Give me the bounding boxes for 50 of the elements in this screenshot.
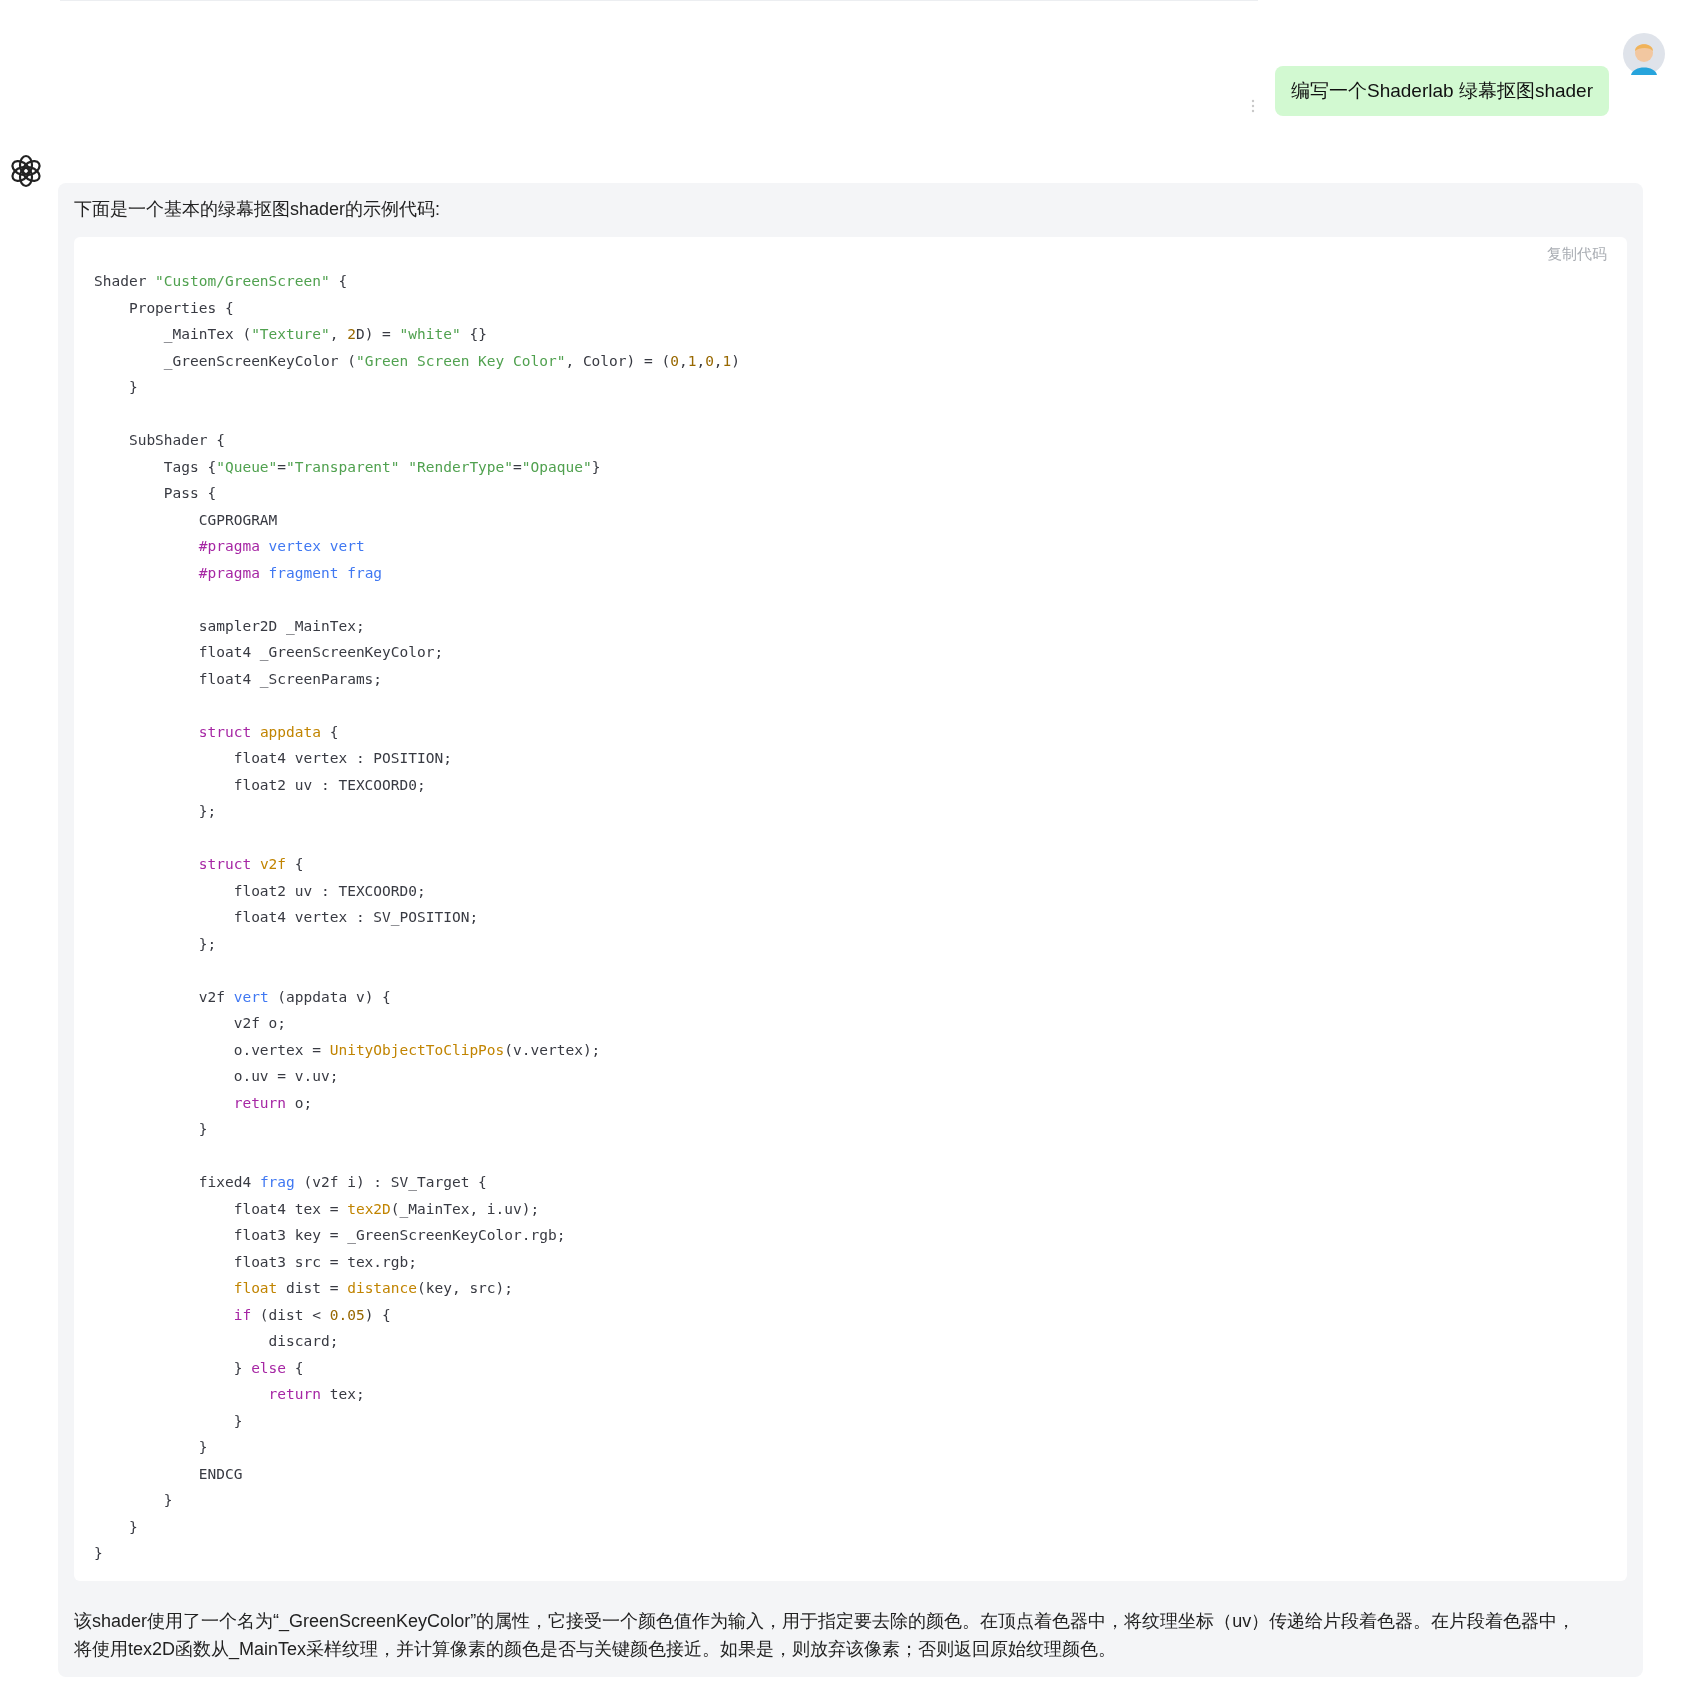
code-line: }	[197, 1438, 208, 1457]
more-icon[interactable]	[1251, 99, 1255, 113]
code-line: float3 key = _GreenScreenKeyColor.rgb;	[232, 1226, 566, 1246]
code-line: Properties {	[127, 298, 234, 318]
code-line: };	[197, 802, 217, 821]
code-line: };	[197, 934, 217, 954]
code-line: float4 _ScreenParams;	[197, 669, 383, 690]
code-line: #pragma fragment frag	[197, 563, 383, 583]
code-line: }	[197, 1120, 208, 1139]
code-line: Pass {	[162, 484, 217, 503]
code-line: float3 src = tex.rgb;	[232, 1252, 417, 1272]
code-line: }	[232, 1411, 243, 1431]
code-line: o.uv = v.uv;	[232, 1067, 339, 1086]
user-message: 编写一个Shaderlab 绿幕抠图shader	[1275, 66, 1609, 116]
code-line: }	[94, 1544, 103, 1563]
code-line: }	[127, 378, 138, 397]
code-line: discard;	[267, 1332, 339, 1351]
code-line: if (dist < 0.05) {	[232, 1305, 391, 1325]
code-line: Shader "Custom/GreenScreen" {	[94, 272, 348, 291]
code-line: float4 vertex : POSITION;	[232, 749, 452, 768]
code-line: struct v2f {	[197, 855, 304, 874]
code-line: float2 uv : TEXCOORD0;	[232, 881, 426, 901]
code-line: Tags {"Queue"="Transparent" "RenderType"="Opaque"}	[162, 457, 601, 477]
code-line: CGPROGRAM	[197, 510, 278, 530]
code-line: v2f vert (appdata v) {	[197, 987, 391, 1007]
code-line: float4 tex = tex2D(_MainTex, i.uv);	[232, 1199, 540, 1220]
code-line: v2f o;	[232, 1014, 287, 1033]
code-line: float4 vertex : SV_POSITION;	[232, 908, 479, 928]
code-line: float2 uv : TEXCOORD0;	[232, 775, 426, 795]
copy-code-link[interactable]: 复制代码	[1547, 243, 1607, 265]
openai-logo-icon	[8, 153, 44, 189]
code-line: }	[162, 1491, 173, 1510]
avatar-icon	[1623, 33, 1665, 75]
code-line: #pragma vertex vert	[197, 537, 365, 556]
code-line: _MainTex ("Texture", 2D) = "white" {}	[162, 325, 487, 345]
answer-text: 下面是一个基本的绿幕抠图shader的示例代码:	[74, 198, 442, 221]
code-line: ENDCG	[197, 1464, 243, 1484]
code-line: struct appdata {	[197, 722, 339, 742]
code-line: float4 _GreenScreenKeyColor;	[197, 643, 444, 663]
code-line: float dist = distance(key, src);	[232, 1279, 514, 1298]
code-line: o.vertex = UnityObjectToClipPos(v.vertex);	[232, 1040, 601, 1060]
answer-text: 该shader使用了一个名为“_GreenScreenKeyColor”的属性，它接受一个颜色值作为输入，用于指定要去除的颜色。在顶点着色器中，将纹理坐标（uv）传递给片段着色器。在片段着色器中，将使用tex2D函数从_MainTex采样纹理，并计算像素的颜色是否与关键颜色接近。如果是，则放弃该像素；否则返回原始纹理颜色。	[74, 1609, 1577, 1662]
code-line: } else {	[232, 1358, 304, 1378]
code-line: _GreenScreenKeyColor ("Green Screen Key Color", Color) = (0,1,0,1)	[162, 351, 741, 372]
code-line: fixed4 frag (v2f i) : SV_Target {	[197, 1173, 487, 1193]
code-line: }	[127, 1517, 138, 1537]
code-line: sampler2D _MainTex;	[197, 616, 365, 637]
code-line: return tex;	[267, 1385, 365, 1404]
code-line: return o;	[232, 1093, 313, 1113]
code-line: SubShader {	[127, 431, 225, 450]
